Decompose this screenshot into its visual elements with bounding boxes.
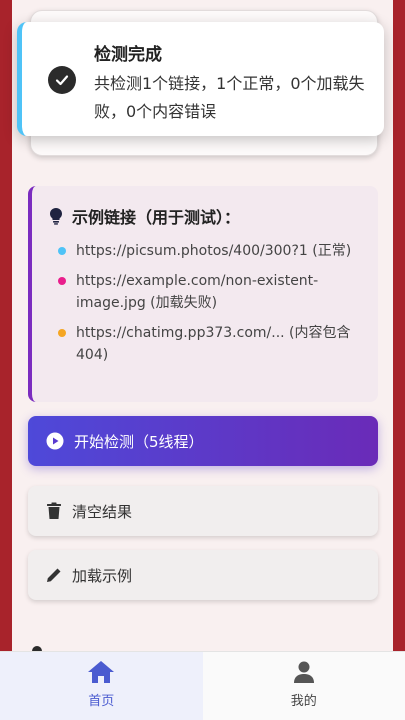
tab-mine[interactable]: 我的 <box>203 652 405 720</box>
example-url: https://picsum.photos/400/300?1 (正常) <box>76 243 352 259</box>
start-check-button[interactable]: 开始检测（5线程） <box>28 416 378 466</box>
lightbulb-icon <box>50 208 62 225</box>
trash-icon <box>47 502 61 519</box>
toast-title: 检测完成 <box>94 45 162 65</box>
examples-heading: 示例链接（用于测试）： <box>48 204 364 228</box>
example-item[interactable]: https://chatimg.pp373.com/... (内容包含404) <box>48 322 364 366</box>
tab-home-label: 首页 <box>88 694 115 709</box>
toast-message: 共检测1个链接，1个正常，0个加载失败，0个内容错误 <box>94 74 365 121</box>
example-links-panel: 示例链接（用于测试）： https://picsum.photos/400/30… <box>28 186 378 402</box>
check-circle-icon <box>48 66 76 94</box>
toast-notification: 检测完成 共检测1个链接，1个正常，0个加载失败，0个内容错误 <box>17 22 384 136</box>
example-url: https://example.com/non-existent-image.j… <box>76 273 319 311</box>
pencil-icon <box>47 568 61 582</box>
load-button-label: 加载示例 <box>72 566 133 585</box>
status-dot <box>58 277 66 285</box>
play-circle-icon <box>46 432 64 450</box>
tab-home[interactable]: 首页 <box>0 652 203 720</box>
bottom-tab-bar: 首页 我的 <box>0 651 405 720</box>
tab-mine-label: 我的 <box>290 694 317 709</box>
load-example-button[interactable]: 加载示例 <box>28 550 378 600</box>
clear-button-label: 清空结果 <box>72 502 133 521</box>
example-url: https://chatimg.pp373.com/... (内容包含404) <box>76 325 351 363</box>
examples-title: 示例链接（用于测试）： <box>72 208 241 227</box>
home-icon <box>88 661 115 683</box>
start-button-label: 开始检测（5线程） <box>74 432 204 451</box>
status-dot <box>58 247 66 255</box>
clear-results-button[interactable]: 清空结果 <box>28 486 378 536</box>
person-icon <box>293 661 314 683</box>
example-item[interactable]: https://example.com/non-existent-image.j… <box>48 270 364 314</box>
status-dot <box>58 329 66 337</box>
example-list: https://picsum.photos/400/300?1 (正常) htt… <box>48 240 364 366</box>
example-item[interactable]: https://picsum.photos/400/300?1 (正常) <box>48 240 364 262</box>
